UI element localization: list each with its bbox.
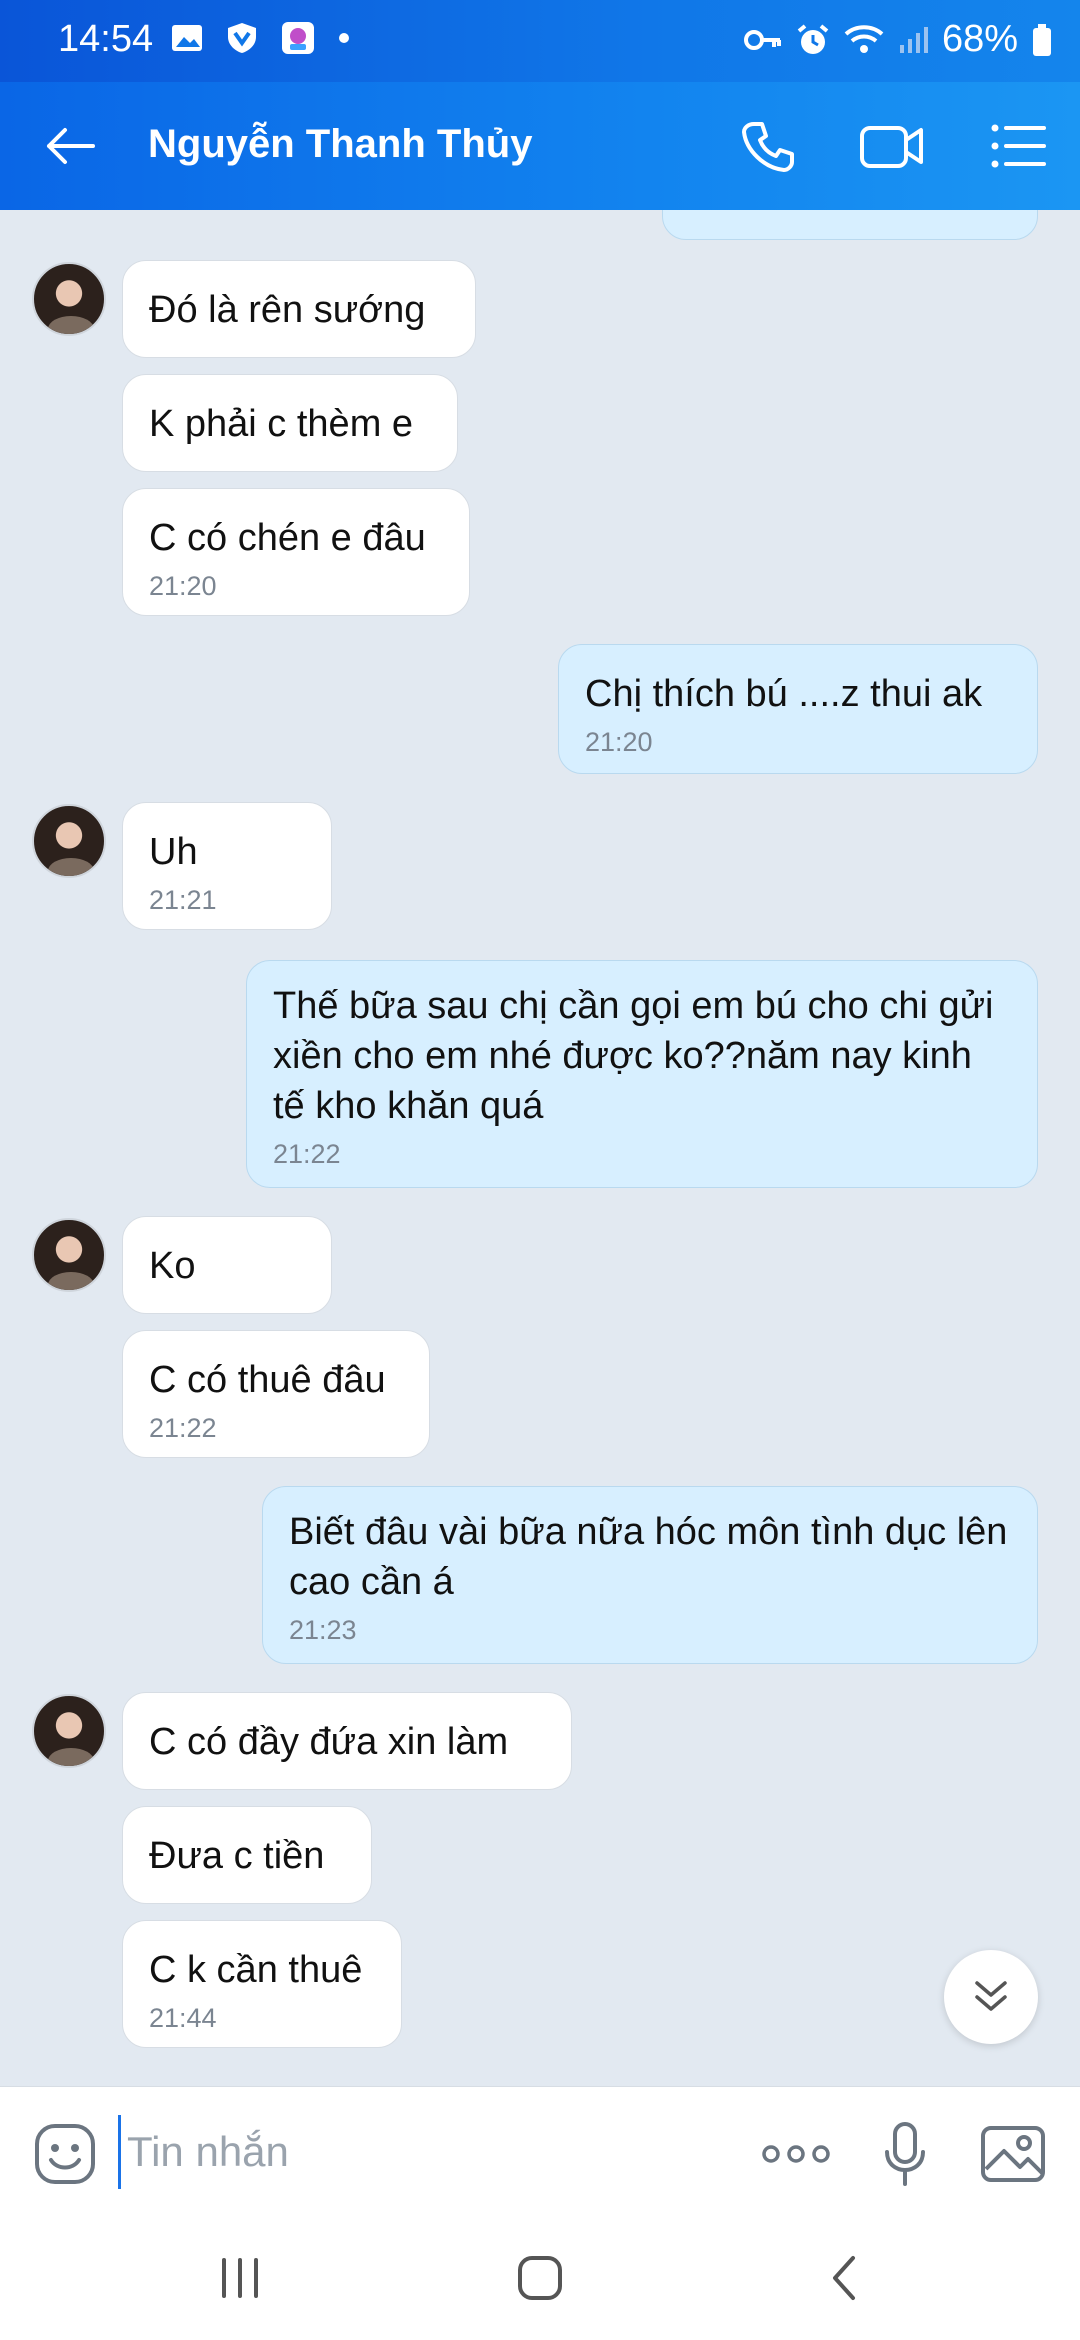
- status-time: 14:54: [58, 18, 154, 60]
- message-time: 21:22: [149, 1413, 217, 1443]
- shield-notification-icon: [228, 23, 256, 53]
- message-bubble-partial: [662, 210, 1038, 240]
- home-button[interactable]: [500, 2246, 580, 2310]
- video-camera-icon: [860, 126, 923, 168]
- message-text: Đó là rên sướng: [149, 289, 426, 331]
- message-bubble-outgoing[interactable]: Biết đâu vài bữa nữa hóc môn tình dục lê…: [262, 1486, 1038, 1664]
- message-bubble-incoming[interactable]: Đưa c tiền: [122, 1806, 372, 1904]
- message-bubble-outgoing[interactable]: Thế bữa sau chị cần gọi em bú cho chi gử…: [246, 960, 1038, 1188]
- message-time: 21:20: [585, 727, 653, 757]
- message-bubble-incoming[interactable]: Uh 21:21: [122, 802, 332, 930]
- key-icon: [743, 29, 781, 50]
- avatar[interactable]: [32, 262, 106, 336]
- dot-icon: [339, 33, 349, 43]
- back-nav-button[interactable]: [804, 2246, 884, 2310]
- message-text: Ko: [149, 1245, 196, 1287]
- message-bubble-incoming[interactable]: C có đầy đứa xin làm: [122, 1692, 572, 1790]
- list-icon: [991, 124, 1046, 168]
- chevron-left-icon: [833, 2256, 855, 2300]
- message-time: 21:22: [273, 1139, 341, 1169]
- message-text: K phải c thèm e: [149, 403, 414, 445]
- message-text: Chị thích bú ....z thui ak: [585, 673, 983, 715]
- emoji-icon: [35, 2124, 95, 2184]
- emoji-button[interactable]: [30, 2119, 100, 2189]
- message-bubble-incoming[interactable]: C có thuê đâu 21:22: [122, 1330, 430, 1458]
- message-text: C có đầy đứa xin làm: [149, 1721, 509, 1763]
- message-bubble-outgoing[interactable]: Chị thích bú ....z thui ak 21:20: [558, 644, 1038, 774]
- message-bubble-incoming[interactable]: C có chén e đâu 21:20: [122, 488, 470, 616]
- contact-name[interactable]: Nguyễn Thanh Thủy: [148, 122, 532, 167]
- message-text: Biết đâu vài bữa nữa hóc môn tình dục lê…: [289, 1511, 1008, 1603]
- send-image-button[interactable]: [978, 2119, 1048, 2189]
- message-text: C có thuê đâu: [149, 1359, 386, 1401]
- message-text: Đưa c tiền: [149, 1835, 325, 1877]
- message-list[interactable]: Đó là rên sướng K phải c thèm e C có ché…: [0, 210, 1080, 2086]
- recent-apps-icon: [222, 2258, 258, 2298]
- notification-icons: [170, 20, 350, 56]
- avatar[interactable]: [32, 1218, 106, 1292]
- message-input[interactable]: [118, 2115, 718, 2189]
- home-icon: [518, 2256, 562, 2300]
- more-dots-icon: [762, 2145, 830, 2163]
- message-bubble-incoming[interactable]: C k cần thuê 21:44: [122, 1920, 402, 2048]
- recent-apps-button[interactable]: [200, 2246, 280, 2310]
- message-bubble-incoming[interactable]: Ko: [122, 1216, 332, 1314]
- scroll-to-bottom-button[interactable]: [944, 1950, 1038, 2044]
- message-text: C k cần thuê: [149, 1949, 363, 1991]
- back-button[interactable]: [40, 116, 100, 176]
- signal-icon: [899, 26, 928, 53]
- message-composer: [0, 2086, 1080, 2216]
- avatar[interactable]: [32, 804, 106, 878]
- video-call-button[interactable]: [858, 112, 926, 180]
- message-time: 21:21: [149, 885, 217, 915]
- message-text: Uh: [149, 831, 198, 873]
- avatar[interactable]: [32, 1694, 106, 1768]
- chat-header: Nguyễn Thanh Thủy: [0, 82, 1080, 210]
- system-icons: 68%: [743, 18, 1052, 61]
- arrow-left-icon: [47, 128, 95, 164]
- battery-percent: 68%: [941, 18, 1018, 60]
- app-notification-icon: [282, 22, 314, 54]
- voice-call-button[interactable]: [734, 112, 802, 180]
- status-bar: 14:54 68%: [0, 0, 1080, 82]
- message-time: 21:23: [289, 1615, 357, 1645]
- wifi-icon: [844, 24, 884, 53]
- options-menu-button[interactable]: [984, 112, 1052, 180]
- message-time: 21:20: [149, 571, 217, 601]
- chevron-double-down-icon: [975, 1981, 1007, 2011]
- gallery-notification-icon: [172, 25, 202, 51]
- system-navigation-bar: [0, 2216, 1080, 2340]
- message-text: Thế bữa sau chị cần gọi em bú cho chi gử…: [273, 985, 994, 1127]
- image-icon: [981, 2126, 1045, 2182]
- voice-message-button[interactable]: [870, 2119, 940, 2189]
- message-time: 21:44: [149, 2003, 217, 2033]
- message-bubble-incoming[interactable]: K phải c thèm e: [122, 374, 458, 472]
- alarm-icon: [797, 23, 829, 54]
- message-bubble-incoming[interactable]: Đó là rên sướng: [122, 260, 476, 358]
- microphone-icon: [885, 2122, 925, 2186]
- message-text: C có chén e đâu: [149, 517, 426, 559]
- more-options-button[interactable]: [758, 2119, 834, 2189]
- phone-icon: [742, 122, 794, 172]
- battery-icon: [1033, 23, 1051, 56]
